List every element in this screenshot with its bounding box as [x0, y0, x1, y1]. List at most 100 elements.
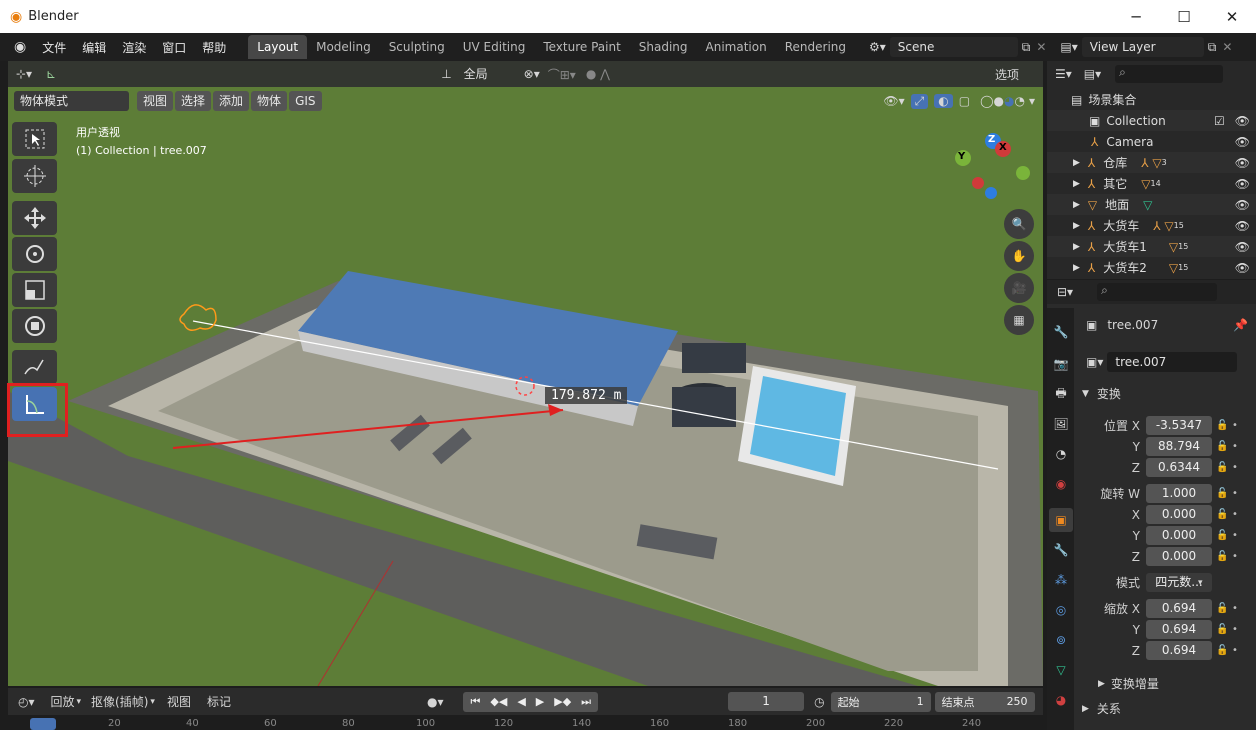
- tab-texture-paint[interactable]: Texture Paint: [534, 35, 629, 59]
- prev-keyframe-icon[interactable]: ◆◀: [485, 695, 512, 708]
- menu-object[interactable]: 物体: [251, 91, 288, 111]
- rotation-w-field[interactable]: 1.000: [1146, 484, 1212, 503]
- tab-layout[interactable]: Layout: [248, 35, 308, 59]
- outliner-item-warehouse[interactable]: ▶ ⅄ 仓库 ⅄ ▽ 3 👁: [1047, 152, 1256, 173]
- visibility-eye-icon[interactable]: 👁: [1235, 114, 1250, 128]
- keyframe-dot-icon[interactable]: •: [1232, 645, 1242, 656]
- end-frame-field[interactable]: 结束点 250: [934, 691, 1035, 712]
- delta-transform-header[interactable]: ▶ 变换增量: [1074, 673, 1256, 694]
- tab-shading[interactable]: Shading: [630, 35, 697, 59]
- lock-icon[interactable]: 🔓: [1216, 645, 1232, 656]
- visibility-eye-icon[interactable]: 👁: [1235, 240, 1250, 254]
- expand-icon[interactable]: ▶: [1073, 179, 1080, 189]
- outliner-item-truck[interactable]: ▶ ⅄ 大货车 ⅄ ▽ 15 👁: [1047, 215, 1256, 236]
- start-frame-field[interactable]: 起始 1: [830, 691, 931, 712]
- outliner-item-truck1[interactable]: ▶ ⅄ 大货车1 ▽ 15 👁: [1047, 236, 1256, 257]
- lock-icon[interactable]: 🔓: [1216, 530, 1232, 541]
- rotate-tool[interactable]: [12, 237, 57, 271]
- select-box-tool[interactable]: [12, 122, 57, 156]
- camera-view-icon[interactable]: 🎥: [1004, 273, 1034, 303]
- close-button[interactable]: ✕: [1208, 0, 1256, 33]
- keyframe-dot-icon[interactable]: •: [1232, 488, 1242, 499]
- move-tool[interactable]: [12, 201, 57, 235]
- annotate-tool[interactable]: [12, 350, 57, 384]
- shading-material-icon[interactable]: ◕: [1004, 94, 1014, 108]
- record-icon[interactable]: ●▾: [427, 695, 444, 709]
- ortho-grid-icon[interactable]: ▦: [1004, 305, 1034, 335]
- tab-animation[interactable]: Animation: [697, 35, 776, 59]
- options-menu[interactable]: 选项: [995, 66, 1019, 83]
- keyframe-dot-icon[interactable]: •: [1232, 509, 1242, 520]
- tab-uv-editing[interactable]: UV Editing: [454, 35, 535, 59]
- outliner-item-ground[interactable]: ▶ ▽ 地面 ▽ 👁: [1047, 194, 1256, 215]
- scene-selector[interactable]: Scene: [889, 37, 1018, 57]
- menu-render[interactable]: 渲染: [114, 39, 154, 56]
- next-keyframe-icon[interactable]: ▶◆: [549, 695, 576, 708]
- menu-add[interactable]: 添加: [213, 91, 250, 111]
- tab-rendering[interactable]: Rendering: [776, 35, 855, 59]
- new-scene-icon[interactable]: ⧉: [1022, 40, 1031, 55]
- include-checkbox[interactable]: ☑: [1214, 114, 1225, 128]
- visibility-eye-icon[interactable]: 👁: [1235, 177, 1250, 191]
- delete-scene-icon[interactable]: ✕: [1036, 40, 1046, 54]
- current-frame-field[interactable]: 1: [728, 692, 805, 711]
- scale-x-field[interactable]: 0.694: [1146, 599, 1212, 618]
- gizmo-y-label[interactable]: Y: [958, 151, 965, 162]
- jump-end-icon[interactable]: ⏭: [576, 695, 596, 709]
- expand-icon[interactable]: ▶: [1073, 221, 1080, 231]
- lock-icon[interactable]: 🔓: [1216, 420, 1232, 431]
- proportional-edit-icon[interactable]: ● ⋀: [586, 67, 610, 81]
- zoom-icon[interactable]: 🔍: [1004, 209, 1034, 239]
- transform-tool[interactable]: [12, 309, 57, 343]
- keyframe-dot-icon[interactable]: •: [1232, 420, 1242, 431]
- shading-solid-icon[interactable]: ●: [994, 94, 1004, 108]
- outliner-item-collection[interactable]: ▣ Collection ☑ 👁: [1047, 110, 1256, 131]
- scale-z-field[interactable]: 0.694: [1146, 641, 1212, 660]
- scale-y-field[interactable]: 0.694: [1146, 620, 1212, 639]
- lock-icon[interactable]: 🔓: [1216, 488, 1232, 499]
- transform-header[interactable]: ▼ 变换: [1074, 383, 1256, 404]
- properties-editor-icon[interactable]: ⊟▾: [1057, 285, 1073, 299]
- output-tab-icon[interactable]: 🖶: [1049, 382, 1073, 406]
- menu-edit[interactable]: 编辑: [74, 39, 114, 56]
- viewport-3d[interactable]: ⊹▾ ⊾ ⊥ 全局 ⊗▾ ⌒⊞▾ ● ⋀ 选项 物体模式 视图 选择 添加 物体…: [8, 61, 1043, 686]
- pivot-icon[interactable]: ⊗▾: [524, 67, 540, 81]
- xray-icon[interactable]: ▢: [959, 94, 970, 108]
- tool-tab-icon[interactable]: 🔧: [1049, 320, 1073, 344]
- display-mode-icon[interactable]: ▤▾: [1084, 67, 1101, 81]
- tab-modeling[interactable]: Modeling: [307, 35, 380, 59]
- lock-icon[interactable]: 🔓: [1216, 462, 1232, 473]
- gizmo-toggle-icon[interactable]: ⤢: [910, 93, 929, 109]
- keyframe-dot-icon[interactable]: •: [1232, 441, 1242, 452]
- scale-tool[interactable]: [12, 273, 57, 307]
- rotation-y-field[interactable]: 0.000: [1146, 526, 1212, 545]
- timeline-ruler[interactable]: 20 40 60 80 100 120 140 160 180 200 220 …: [0, 716, 1045, 730]
- lock-icon[interactable]: 🔓: [1216, 624, 1232, 635]
- menu-select[interactable]: 选择: [175, 91, 212, 111]
- menu-help[interactable]: 帮助: [194, 39, 234, 56]
- data-tab-icon[interactable]: ▽: [1049, 658, 1073, 682]
- shading-options-icon[interactable]: ▾: [1029, 94, 1035, 108]
- editor-type-icon[interactable]: ⊹▾: [16, 67, 32, 81]
- pan-hand-icon[interactable]: ✋: [1004, 241, 1034, 271]
- lock-icon[interactable]: 🔓: [1216, 509, 1232, 520]
- visibility-eye-icon[interactable]: 👁: [1235, 156, 1250, 170]
- mode-select[interactable]: 物体模式: [14, 91, 129, 111]
- expand-icon[interactable]: ▶: [1073, 158, 1080, 168]
- lock-icon[interactable]: 🔓: [1216, 441, 1232, 452]
- visibility-eye-icon[interactable]: 👁: [1235, 135, 1250, 149]
- expand-icon[interactable]: ▶: [1073, 242, 1080, 252]
- outliner-item-camera[interactable]: ⅄ Camera 👁: [1047, 131, 1256, 152]
- maximize-button[interactable]: ☐: [1160, 0, 1208, 33]
- playback-menu[interactable]: 回放: [51, 693, 75, 710]
- expand-icon[interactable]: ▶: [1073, 200, 1080, 210]
- lock-icon[interactable]: 🔓: [1216, 551, 1232, 562]
- particles-tab-icon[interactable]: ⁂: [1049, 568, 1073, 592]
- material-tab-icon[interactable]: ◕: [1049, 688, 1073, 712]
- menu-window[interactable]: 窗口: [154, 39, 194, 56]
- shading-wire-icon[interactable]: ◯: [980, 94, 993, 108]
- clock-icon[interactable]: ◷: [814, 695, 824, 709]
- timeline-editor-icon[interactable]: ◴▾: [18, 695, 35, 709]
- gizmo-x-label[interactable]: X: [999, 142, 1007, 153]
- outliner-item-truck2[interactable]: ▶ ⅄ 大货车2 ▽ 15 👁: [1047, 257, 1256, 278]
